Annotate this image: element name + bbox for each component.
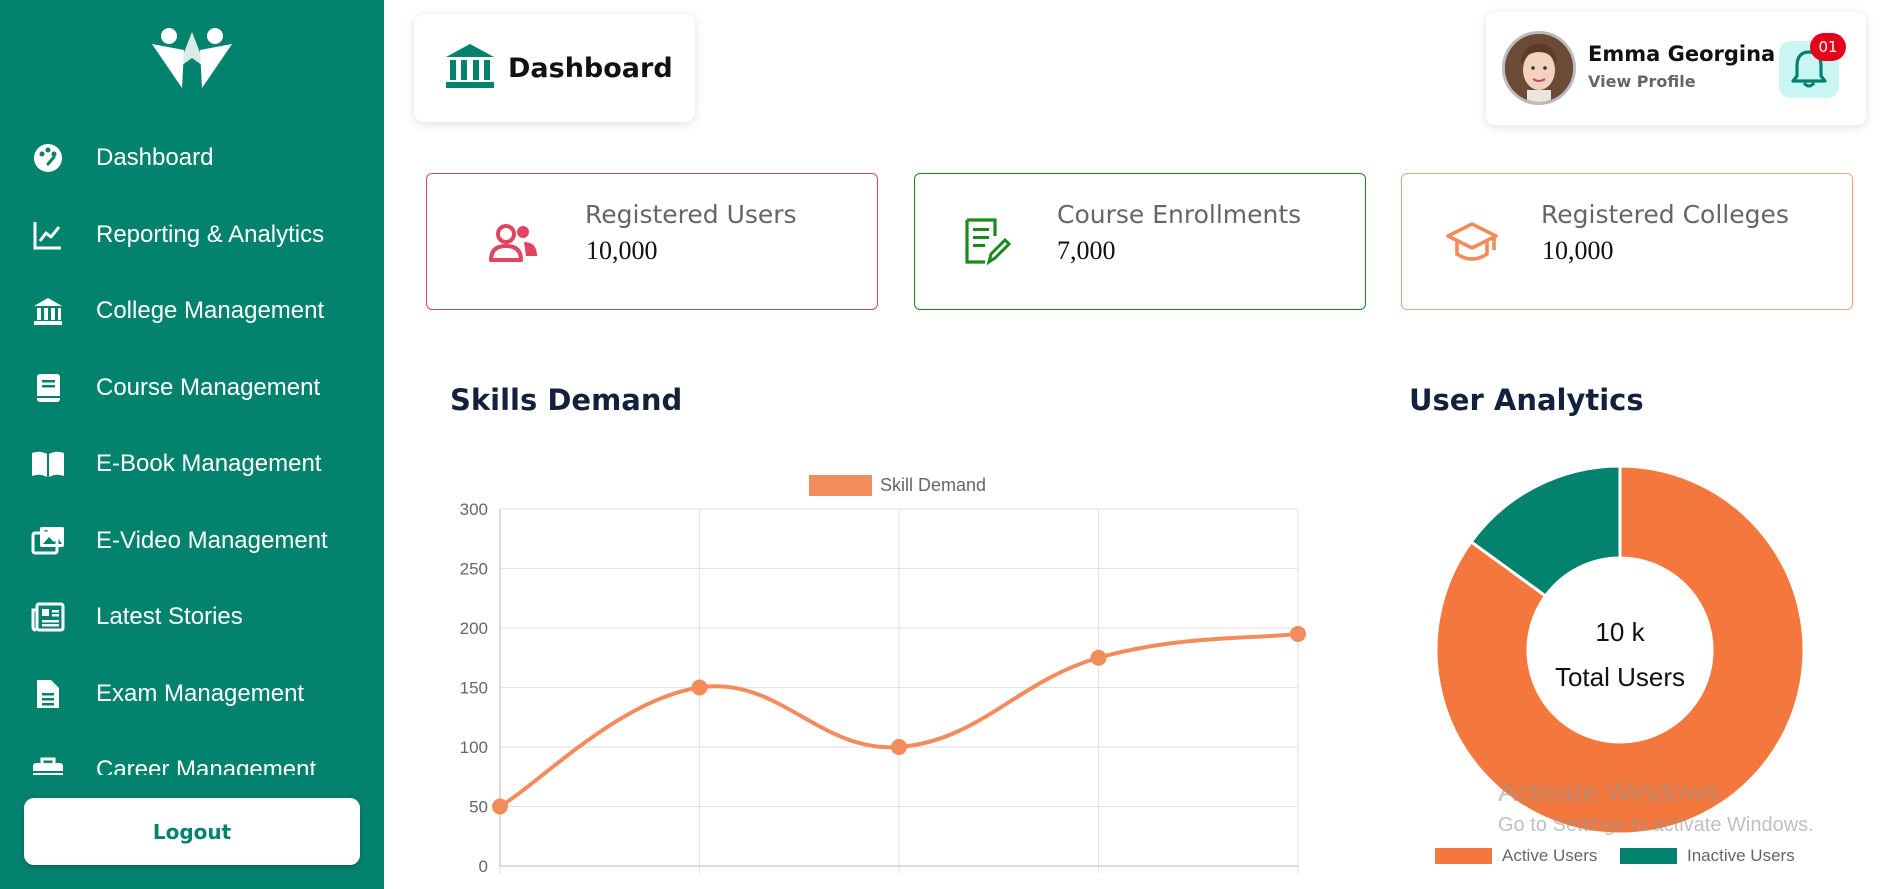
data-point [691, 679, 708, 696]
briefcase-icon [30, 752, 66, 775]
stat-card-users[interactable]: Registered Users 10,000 [426, 173, 878, 310]
stat-card-enrollments[interactable]: Course Enrollments 7,000 [914, 173, 1366, 310]
bank-icon [30, 293, 66, 329]
center-label: Total Users [1555, 662, 1685, 692]
stat-label: Registered Users [585, 200, 797, 229]
sidebar-item-label: Reporting & Analytics [96, 220, 325, 248]
sidebar-item-label: Latest Stories [96, 603, 243, 631]
sidebar-item-college[interactable]: College Management [0, 273, 384, 350]
data-point [891, 739, 907, 755]
sidebar: Dashboard Reporting & Analytics College … [0, 0, 384, 889]
avatar[interactable] [1502, 31, 1576, 105]
sidebar-item-evideo[interactable]: E-Video Management [0, 503, 384, 580]
photo-gallery-icon [30, 523, 66, 559]
chart-legend: Skill Demand [809, 475, 986, 496]
chart-legend: Active Users Inactive Users [1435, 846, 1795, 865]
sidebar-item-label: Course Management [96, 373, 321, 401]
y-tick-label: 50 [469, 798, 488, 817]
stat-value: 10,000 [1542, 236, 1614, 265]
skills-demand-title: Skills Demand [450, 383, 683, 417]
sidebar-item-ebook[interactable]: E-Book Management [0, 426, 384, 503]
y-tick-label: 200 [460, 619, 488, 638]
data-point [1090, 649, 1107, 666]
legend-label: Active Users [1502, 846, 1597, 865]
open-book-icon [30, 446, 66, 482]
sidebar-item-label: E-Book Management [96, 450, 322, 478]
page-title: Dashboard [508, 52, 673, 84]
stat-value: 7,000 [1057, 236, 1116, 265]
activation-watermark-title: Activate Windows [1498, 776, 1719, 807]
sidebar-item-exam[interactable]: Exam Management [0, 656, 384, 733]
line-chart-icon [30, 217, 66, 253]
legend-swatch [1435, 848, 1492, 864]
sidebar-item-career[interactable]: Career Management [0, 732, 384, 775]
view-profile-link[interactable]: View Profile [1588, 72, 1696, 91]
app-logo [152, 28, 232, 88]
sidebar-item-label: College Management [96, 297, 325, 325]
y-tick-label: 100 [460, 738, 488, 757]
sidebar-item-label: Exam Management [96, 679, 305, 707]
sidebar-item-label: Career Management [96, 756, 317, 775]
logout-button[interactable]: Logout [24, 798, 360, 865]
sidebar-item-label: Dashboard [96, 144, 214, 172]
sidebar-item-stories[interactable]: Latest Stories [0, 579, 384, 656]
legend-swatch [809, 475, 872, 496]
book-icon [30, 370, 66, 406]
legend-swatch [1620, 848, 1677, 864]
stat-value: 10,000 [586, 236, 658, 265]
activation-watermark-text: Go to Settings to activate Windows. [1498, 814, 1814, 836]
legend-label: Inactive Users [1687, 846, 1795, 865]
user-analytics-title: User Analytics [1409, 383, 1644, 417]
sidebar-nav: Dashboard Reporting & Analytics College … [0, 120, 384, 775]
y-tick-label: 0 [479, 857, 488, 876]
stat-card-colleges[interactable]: Registered Colleges 10,000 [1401, 173, 1853, 310]
center-value: 10 k [1595, 617, 1645, 647]
sidebar-item-course[interactable]: Course Management [0, 350, 384, 427]
sidebar-item-label: E-Video Management [96, 526, 328, 554]
newspaper-icon [30, 599, 66, 635]
data-point [492, 798, 508, 815]
document-icon [30, 676, 66, 712]
notification-badge: 01 [1810, 33, 1846, 61]
profile-card: Emma Georgina View Profile 01 [1486, 12, 1866, 125]
palette-icon [30, 140, 66, 176]
y-tick-label: 150 [460, 679, 488, 698]
data-point [1290, 625, 1306, 642]
legend-label: Skill Demand [880, 475, 986, 495]
graduation-cap-icon [1446, 222, 1498, 261]
sidebar-item-reporting[interactable]: Reporting & Analytics [0, 197, 384, 274]
sidebar-item-dashboard[interactable]: Dashboard [0, 120, 384, 197]
bank-icon [444, 41, 496, 95]
y-tick-label: 300 [460, 500, 488, 519]
stat-label: Course Enrollments [1057, 200, 1302, 229]
profile-name: Emma Georgina [1588, 42, 1776, 66]
y-tick-label: 250 [460, 560, 488, 579]
stat-label: Registered Colleges [1541, 200, 1789, 229]
users-icon [489, 224, 537, 262]
edit-document-icon [965, 218, 1011, 266]
skills-demand-chart: Skill Demand 0 50 100 150 200 250 300 [460, 475, 1306, 876]
page-header: Dashboard [414, 14, 695, 122]
